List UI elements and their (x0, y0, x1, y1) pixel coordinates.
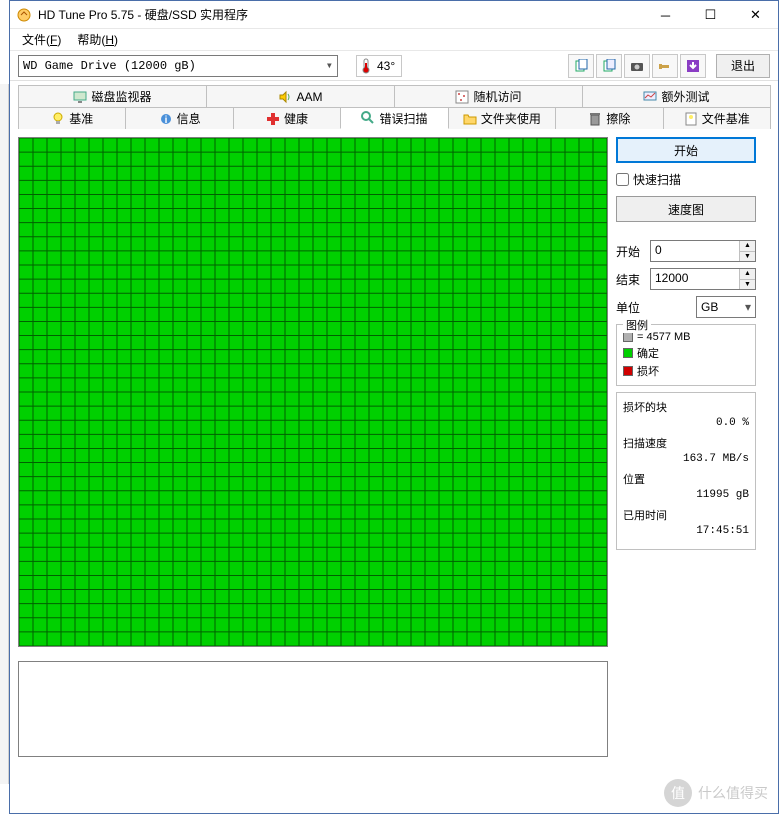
background-panel (0, 84, 9, 784)
menubar: 文件(F) 帮助(H) (10, 29, 778, 51)
tab-file-benchmark[interactable]: 文件基准 (663, 107, 771, 129)
stats-box: 损坏的块 0.0 % 扫描速度 163.7 MB/s 位置 11995 gB 已… (616, 392, 756, 550)
filebench-icon (684, 112, 698, 126)
tab-extra-tests[interactable]: 额外测试 (582, 85, 771, 107)
content-area: 开始 快速扫描 速度图 开始 0 ▲▼ 结束 12000 ▲▼ (10, 129, 778, 655)
folder-icon (463, 112, 477, 126)
unit-field-row: 单位 GB (616, 296, 756, 318)
start-scan-button[interactable]: 开始 (616, 137, 756, 163)
spin-up-icon[interactable]: ▲ (740, 269, 755, 280)
legend-item-damaged: 损坏 (623, 363, 749, 379)
speed-chart-button[interactable]: 速度图 (616, 196, 756, 222)
legend-item-ok: 确定 (623, 345, 749, 361)
bulb-icon (51, 112, 65, 126)
extra-icon (643, 90, 657, 104)
search-icon (361, 111, 375, 125)
unit-label: 单位 (616, 299, 644, 316)
health-icon (266, 112, 280, 126)
tab-folder-usage[interactable]: 文件夹使用 (448, 107, 556, 129)
end-input-value: 12000 (651, 269, 739, 289)
watermark-badge: 值 (664, 779, 692, 807)
tab-random-access[interactable]: 随机访问 (394, 85, 583, 107)
watermark: 值 什么值得买 (664, 779, 768, 807)
app-window: HD Tune Pro 5.75 - 硬盘/SSD 实用程序 ─ ☐ ✕ 文件(… (9, 0, 779, 814)
right-panel: 开始 快速扫描 速度图 开始 0 ▲▼ 结束 12000 ▲▼ (616, 137, 756, 647)
settings-button[interactable] (652, 54, 678, 78)
screenshot-button[interactable] (624, 54, 650, 78)
random-icon (455, 90, 469, 104)
tab-row-2: 基准 i信息 健康 错误扫描 文件夹使用 擦除 文件基准 (18, 107, 770, 129)
spin-down-icon[interactable]: ▼ (740, 280, 755, 290)
tab-erase[interactable]: 擦除 (555, 107, 663, 129)
spin-down-icon[interactable]: ▼ (740, 252, 755, 262)
elapsed-label: 已用时间 (623, 507, 749, 523)
start-label: 开始 (616, 243, 644, 260)
save-button[interactable] (680, 54, 706, 78)
minimize-button[interactable]: ─ (643, 1, 688, 29)
menu-file[interactable]: 文件(F) (16, 29, 67, 50)
app-icon (16, 7, 32, 23)
damaged-blocks-value: 0.0 % (623, 417, 749, 429)
tab-row-1: 磁盘监视器 AAM 随机访问 额外测试 (18, 85, 770, 107)
drive-select[interactable]: WD Game Drive (12000 gB) (18, 55, 338, 77)
tab-aam[interactable]: AAM (206, 85, 395, 107)
temperature-box: 43° (356, 55, 402, 77)
tabs-container: 磁盘监视器 AAM 随机访问 额外测试 基准 i信息 健康 错误扫描 文件夹使用… (10, 81, 778, 129)
unit-select-value: GB (701, 300, 718, 314)
unit-select[interactable]: GB (696, 296, 756, 318)
log-area[interactable] (18, 661, 608, 757)
scan-grid-svg (19, 138, 607, 646)
tab-benchmark[interactable]: 基准 (18, 107, 126, 129)
temperature-text: 43° (377, 59, 395, 73)
titlebar: HD Tune Pro 5.75 - 硬盘/SSD 实用程序 ─ ☐ ✕ (10, 1, 778, 29)
quick-scan-label: 快速扫描 (633, 171, 681, 188)
quick-scan-checkbox[interactable] (616, 173, 629, 186)
monitor-icon (73, 90, 87, 104)
end-label: 结束 (616, 271, 644, 288)
toolbar-buttons (568, 54, 706, 78)
window-controls: ─ ☐ ✕ (643, 1, 778, 28)
svg-text:i: i (164, 115, 167, 126)
tab-disk-monitor[interactable]: 磁盘监视器 (18, 85, 207, 107)
drive-select-value: WD Game Drive (12000 gB) (23, 59, 196, 73)
speaker-icon (278, 90, 292, 104)
exit-button[interactable]: 退出 (716, 54, 770, 78)
scan-speed-value: 163.7 MB/s (623, 453, 749, 465)
spin-up-icon[interactable]: ▲ (740, 241, 755, 252)
start-input[interactable]: 0 ▲▼ (650, 240, 756, 262)
close-button[interactable]: ✕ (733, 1, 778, 29)
start-field-row: 开始 0 ▲▼ (616, 240, 756, 262)
legend-square-gray (623, 332, 633, 342)
info-icon: i (159, 112, 173, 126)
copy-data-button[interactable] (596, 54, 622, 78)
damaged-blocks-label: 损坏的块 (623, 399, 749, 415)
tab-error-scan[interactable]: 错误扫描 (340, 107, 448, 129)
trash-icon (588, 112, 602, 126)
thermometer-icon (359, 58, 373, 74)
end-input[interactable]: 12000 ▲▼ (650, 268, 756, 290)
legend-square-green (623, 348, 633, 358)
toolbar: WD Game Drive (12000 gB) 43° 退出 (10, 51, 778, 81)
copy-text-button[interactable] (568, 54, 594, 78)
tab-info[interactable]: i信息 (125, 107, 233, 129)
start-input-value: 0 (651, 241, 739, 261)
position-label: 位置 (623, 471, 749, 487)
quick-scan-checkbox-row[interactable]: 快速扫描 (616, 169, 756, 190)
legend-square-red (623, 366, 633, 376)
scan-grid (18, 137, 608, 647)
window-title: HD Tune Pro 5.75 - 硬盘/SSD 实用程序 (38, 6, 643, 23)
elapsed-value: 17:45:51 (623, 525, 749, 537)
legend-title: 图例 (623, 317, 651, 333)
legend-box: 图例 = 4577 MB 确定 损坏 (616, 324, 756, 386)
position-value: 11995 gB (623, 489, 749, 501)
end-field-row: 结束 12000 ▲▼ (616, 268, 756, 290)
scan-speed-label: 扫描速度 (623, 435, 749, 451)
maximize-button[interactable]: ☐ (688, 1, 733, 29)
menu-help[interactable]: 帮助(H) (71, 29, 124, 50)
tab-health[interactable]: 健康 (233, 107, 341, 129)
watermark-text: 什么值得买 (698, 783, 768, 803)
